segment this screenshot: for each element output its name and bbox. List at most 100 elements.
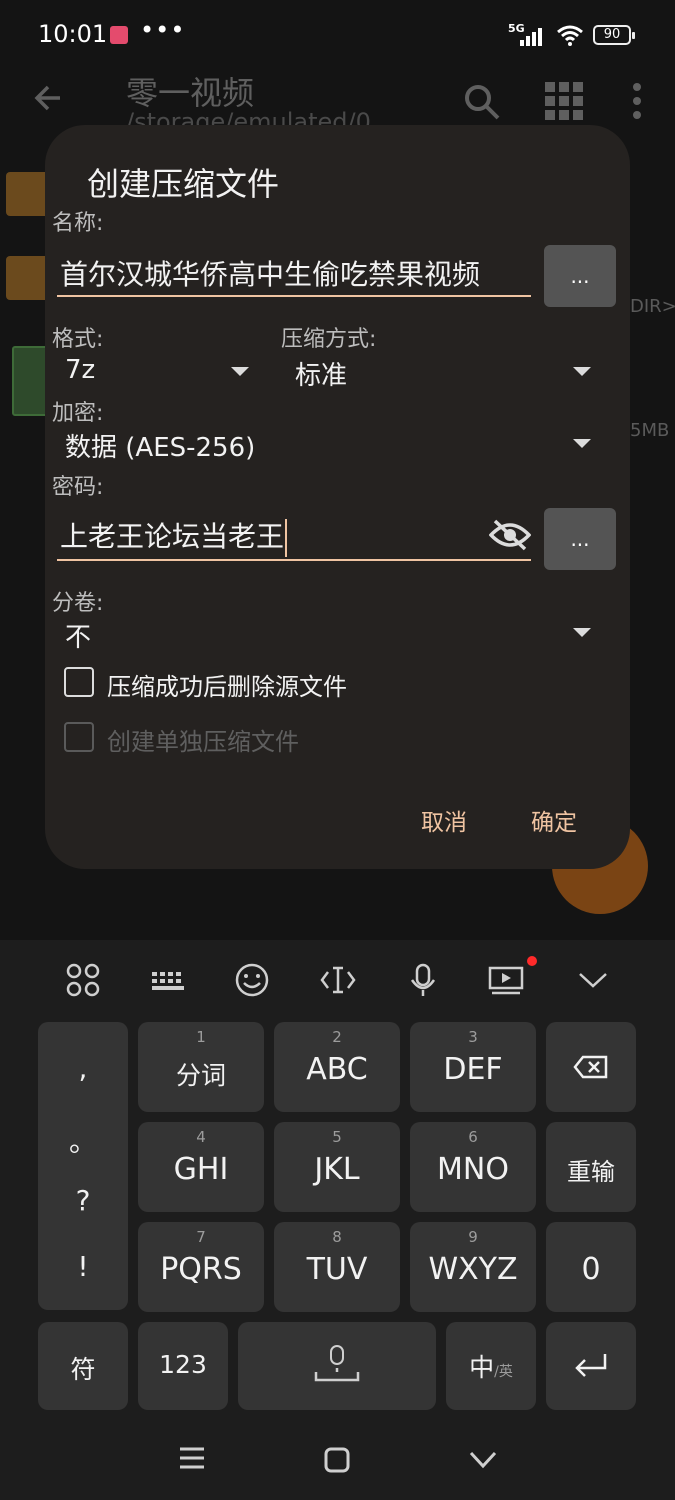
compression-select[interactable]: 标准 xyxy=(295,355,347,392)
format-select[interactable]: 7z xyxy=(65,355,95,385)
status-time: 10:01 xyxy=(38,20,108,48)
key-label: PQRS xyxy=(160,1252,242,1287)
key-label: 0 xyxy=(581,1252,601,1287)
password-text: 上老王论坛当老王 xyxy=(60,520,285,553)
dialog-title: 创建压缩文件 xyxy=(87,165,280,203)
key-label: JKL xyxy=(314,1152,360,1187)
file-size-label: 5MB xyxy=(630,420,670,441)
delete-source-checkbox[interactable] xyxy=(64,667,94,697)
enter-key[interactable] xyxy=(546,1322,636,1410)
collapse-icon[interactable] xyxy=(575,962,611,998)
compression-chevron-down-icon[interactable] xyxy=(573,367,591,376)
name-input[interactable]: 首尔汉城华侨高中生偷吃禁果视频 xyxy=(60,253,530,293)
key-label: DEF xyxy=(443,1052,503,1087)
delete-source-label[interactable]: 压缩成功后删除源文件 xyxy=(107,667,347,702)
key-3[interactable]: 3 DEF xyxy=(410,1022,536,1112)
space-key[interactable] xyxy=(238,1322,436,1410)
system-navbar xyxy=(0,1420,675,1500)
key-number: 5 xyxy=(332,1128,342,1146)
split-chevron-down-icon[interactable] xyxy=(573,628,591,637)
language-switch-key[interactable]: 中/英 xyxy=(446,1322,536,1410)
text-cursor xyxy=(285,519,288,557)
key-1[interactable]: 1 分词 xyxy=(138,1022,264,1112)
key-7[interactable]: 7 PQRS xyxy=(138,1222,264,1312)
browse-button[interactable]: ... xyxy=(544,245,616,307)
separate-archives-checkbox xyxy=(64,722,94,752)
apps-icon[interactable] xyxy=(65,962,101,998)
screen-record-icon[interactable] xyxy=(488,962,524,998)
more-vert-icon[interactable] xyxy=(630,82,644,120)
ok-button[interactable]: 确定 xyxy=(531,803,577,837)
keyboard-toolbar xyxy=(0,940,675,1020)
key-6[interactable]: 6 MNO xyxy=(410,1122,536,1212)
split-select[interactable]: 不 xyxy=(65,617,91,654)
lang-sub: /英 xyxy=(494,1364,513,1380)
back-arrow-icon[interactable] xyxy=(30,80,66,116)
key-label: MNO xyxy=(437,1152,509,1187)
emoji-icon[interactable] xyxy=(234,962,270,998)
backspace-icon xyxy=(573,1055,608,1079)
key-4[interactable]: 4 GHI xyxy=(138,1122,264,1212)
grid-view-icon[interactable] xyxy=(545,82,583,120)
key-number: 2 xyxy=(332,1028,342,1046)
create-archive-dialog: 创建压缩文件 名称: 首尔汉城华侨高中生偷吃禁果视频 ... 格式: 7z 压缩… xyxy=(45,125,630,869)
key-8[interactable]: 8 TUV xyxy=(274,1222,400,1312)
lang-main: 中 xyxy=(469,1353,495,1382)
cursor-move-icon[interactable] xyxy=(320,962,356,998)
format-chevron-down-icon[interactable] xyxy=(231,367,249,376)
home-icon[interactable] xyxy=(323,1446,351,1474)
menu-icon[interactable] xyxy=(178,1446,206,1470)
dir-label: DIR> xyxy=(630,296,675,317)
encryption-label: 加密: xyxy=(52,401,104,426)
name-label: 名称: xyxy=(52,211,104,236)
backspace-key[interactable] xyxy=(546,1022,636,1112)
signal-icon xyxy=(520,28,542,46)
key-9[interactable]: 9 WXYZ xyxy=(410,1222,536,1312)
key-label: 符 xyxy=(70,1355,96,1384)
key-2[interactable]: 2 ABC xyxy=(274,1022,400,1112)
key-number: 4 xyxy=(196,1128,206,1146)
keyboard-icon[interactable] xyxy=(150,962,186,998)
key-label: 重输 xyxy=(567,1158,615,1186)
symbols-key[interactable]: 符 xyxy=(38,1322,128,1410)
folder-up-icon xyxy=(6,172,50,216)
password-browse-button[interactable]: ... xyxy=(544,508,616,570)
key-label: GHI xyxy=(173,1152,229,1187)
comma-key[interactable]: , xyxy=(38,1052,128,1085)
password-input[interactable]: 上老王论坛当老王 xyxy=(60,515,480,557)
cancel-button[interactable]: 取消 xyxy=(421,803,467,837)
key-number: 6 xyxy=(468,1128,478,1146)
exclamation-key[interactable]: ! xyxy=(38,1250,128,1283)
punctuation-column[interactable]: , 。 ? ! xyxy=(38,1022,128,1310)
back-icon[interactable] xyxy=(468,1450,498,1470)
app-notification-icon xyxy=(110,26,128,44)
key-number: 1 xyxy=(196,1028,206,1046)
wifi-icon xyxy=(557,25,583,46)
search-icon[interactable] xyxy=(462,82,502,122)
encryption-chevron-down-icon[interactable] xyxy=(573,439,591,448)
question-key[interactable]: ? xyxy=(38,1184,128,1217)
key-label: 123 xyxy=(159,1350,207,1379)
key-label: 中/英 xyxy=(446,1348,536,1384)
key-number: 9 xyxy=(468,1228,478,1246)
compression-label: 压缩方式: xyxy=(281,327,377,352)
key-5[interactable]: 5 JKL xyxy=(274,1122,400,1212)
format-label: 格式: xyxy=(52,327,104,352)
visibility-off-icon[interactable] xyxy=(489,519,531,551)
key-number: 3 xyxy=(468,1028,478,1046)
key-label: ABC xyxy=(306,1052,368,1087)
period-key[interactable]: 。 xyxy=(38,1120,128,1160)
split-label: 分卷: xyxy=(52,591,104,616)
key-label: 分词 xyxy=(175,1061,226,1090)
enter-icon xyxy=(575,1354,607,1377)
reinput-key[interactable]: 重输 xyxy=(546,1122,636,1212)
key-label: WXYZ xyxy=(428,1252,518,1287)
microphone-icon[interactable] xyxy=(405,962,441,998)
key-label: TUV xyxy=(306,1252,368,1287)
numbers-key[interactable]: 123 xyxy=(138,1322,228,1410)
battery-icon: 90 xyxy=(593,25,635,45)
key-number: 7 xyxy=(196,1228,206,1246)
password-underline xyxy=(57,559,531,561)
key-0[interactable]: 0 xyxy=(546,1222,636,1312)
encryption-select[interactable]: 数据 (AES-256) xyxy=(65,427,255,464)
